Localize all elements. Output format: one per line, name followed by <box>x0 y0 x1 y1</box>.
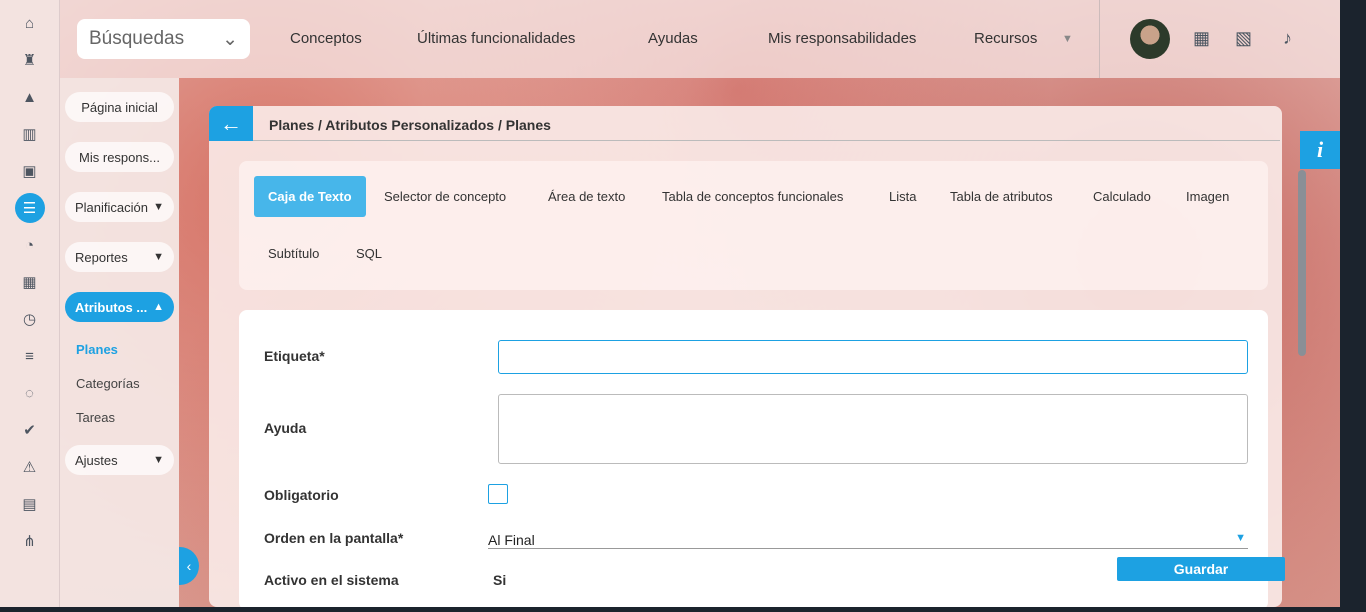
cone-icon[interactable]: ▲ <box>15 82 45 112</box>
info-icon[interactable]: i <box>1300 131 1340 169</box>
tab-tabla-de-atributos[interactable]: Tabla de atributos <box>950 189 1053 204</box>
back-arrow-icon[interactable]: ← <box>209 106 253 141</box>
recursos-caret-icon[interactable]: ▼ <box>1062 33 1073 45</box>
orden-label: Orden en la pantalla* <box>264 530 404 546</box>
tab-sql[interactable]: SQL <box>356 246 382 261</box>
bar-chart-icon[interactable]: ▥ <box>15 119 45 149</box>
pie-chart-icon[interactable]: ◔ <box>15 230 45 260</box>
warning-icon[interactable]: ⚠ <box>15 452 45 482</box>
ayuda-textarea[interactable] <box>498 394 1248 464</box>
cycle-icon[interactable]: ◌ <box>15 378 45 408</box>
sidebar-sub-categories[interactable]: Categorías <box>76 376 179 391</box>
sidebar-item-label: Ajustes <box>75 452 118 468</box>
map-top-icon[interactable]: ▧ <box>1235 28 1252 49</box>
attribute-form: Etiqueta* Ayuda Obligatorio Orden en la … <box>239 310 1268 607</box>
sidebar: Página inicial Mis respons... Planificac… <box>60 78 179 607</box>
sidebar-item-label: Planificación <box>75 199 148 215</box>
presentation-icon[interactable]: ▣ <box>15 156 45 186</box>
tab-tabla-conceptos-funcionales[interactable]: Tabla de conceptos funcionales <box>662 189 843 204</box>
search-dropdown[interactable]: Búsquedas ⌄ <box>77 19 250 59</box>
collapse-sidebar-icon[interactable]: ‹ <box>179 547 199 585</box>
top-bar: Búsquedas ⌄ Conceptos Últimas funcionali… <box>60 0 1340 78</box>
icon-rail: ⌂ ♜ ▲ ▥ ▣ ☰ ◔ ▦ ◷ ≡ ◌ ✔ ⚠ ▤ ⋔ <box>0 0 60 607</box>
caret-down-icon: ▼ <box>153 251 164 263</box>
activo-value: Si <box>493 572 507 588</box>
sidebar-item-settings[interactable]: Ajustes ▼ <box>65 445 174 475</box>
sidebar-item-home[interactable]: Página inicial <box>65 92 174 122</box>
obligatorio-label: Obligatorio <box>264 487 339 503</box>
sidebar-item-attributes[interactable]: Atributos ... ▲ <box>65 292 174 322</box>
tab-caja-de-texto[interactable]: Caja de Texto <box>254 176 366 217</box>
tab-selector-de-concepto[interactable]: Selector de concepto <box>384 189 506 204</box>
desktop-background-bottom <box>0 607 1366 612</box>
tab-area-de-texto[interactable]: Área de texto <box>548 189 625 204</box>
sidebar-item-planning[interactable]: Planificación ▼ <box>65 192 174 222</box>
map-icon[interactable]: ▦ <box>15 267 45 297</box>
bell-icon[interactable]: ♪ <box>1283 28 1292 49</box>
etiqueta-input[interactable] <box>498 340 1248 374</box>
caret-down-icon: ▼ <box>153 454 164 466</box>
nav-ultimas-funcionalidades[interactable]: Últimas funcionalidades <box>417 30 575 47</box>
caret-up-icon: ▲ <box>153 301 164 313</box>
caret-down-icon: ▼ <box>1235 532 1246 544</box>
sidebar-item-responsibilities[interactable]: Mis respons... <box>65 142 174 172</box>
orden-selected-value: Al Final <box>488 532 535 548</box>
sidebar-sub-plans[interactable]: Planes <box>76 342 179 357</box>
tab-imagen[interactable]: Imagen <box>1186 189 1229 204</box>
topbar-divider <box>1099 0 1100 78</box>
orden-select[interactable]: Al Final ▼ <box>488 529 1248 549</box>
sidebar-item-reports[interactable]: Reportes ▼ <box>65 242 174 272</box>
calendar-top-icon[interactable]: ▦ <box>1193 28 1210 49</box>
list-icon[interactable]: ≡ <box>15 341 45 371</box>
app-window: ⌂ ♜ ▲ ▥ ▣ ☰ ◔ ▦ ◷ ≡ ◌ ✔ ⚠ ▤ ⋔ Búsquedas … <box>0 0 1340 607</box>
sidebar-sub-tasks[interactable]: Tareas <box>76 410 179 425</box>
scrollbar[interactable] <box>1298 170 1306 356</box>
nav-conceptos[interactable]: Conceptos <box>290 30 362 47</box>
check-icon[interactable]: ✔ <box>15 415 45 445</box>
ayuda-label: Ayuda <box>264 420 307 436</box>
attribute-type-tabs: Caja de Texto Selector de concepto Área … <box>239 161 1268 290</box>
obligatorio-checkbox[interactable] <box>488 484 508 504</box>
plans-icon[interactable]: ☰ <box>14 193 45 223</box>
desktop-background-right <box>1340 0 1366 612</box>
search-label: Búsquedas <box>89 28 185 49</box>
etiqueta-label: Etiqueta* <box>264 348 325 364</box>
network-icon[interactable]: ⋔ <box>15 526 45 556</box>
sidebar-item-label: Reportes <box>75 249 128 265</box>
breadcrumb: Planes / Atributos Personalizados / Plan… <box>269 117 551 133</box>
nav-ayudas[interactable]: Ayudas <box>648 30 698 47</box>
nav-recursos[interactable]: Recursos <box>974 30 1037 47</box>
calendar-icon[interactable]: ▤ <box>15 489 45 519</box>
clock-icon[interactable]: ◷ <box>15 304 45 334</box>
activo-label: Activo en el sistema <box>264 572 399 588</box>
caret-down-icon: ▼ <box>153 201 164 213</box>
tab-calculado[interactable]: Calculado <box>1093 189 1151 204</box>
rook-icon[interactable]: ♜ <box>15 45 45 75</box>
content-panel: ← Planes / Atributos Personalizados / Pl… <box>209 106 1282 607</box>
sidebar-item-label: Atributos ... <box>75 299 148 315</box>
chevron-down-icon: ⌄ <box>222 28 238 50</box>
tab-subtitulo[interactable]: Subtítulo <box>268 246 319 261</box>
avatar[interactable] <box>1130 19 1170 59</box>
save-button[interactable]: Guardar <box>1117 557 1285 581</box>
home-icon[interactable]: ⌂ <box>15 8 45 38</box>
tab-lista[interactable]: Lista <box>889 189 916 204</box>
nav-mis-responsabilidades[interactable]: Mis responsabilidades <box>768 30 916 47</box>
breadcrumb-divider <box>253 140 1280 141</box>
